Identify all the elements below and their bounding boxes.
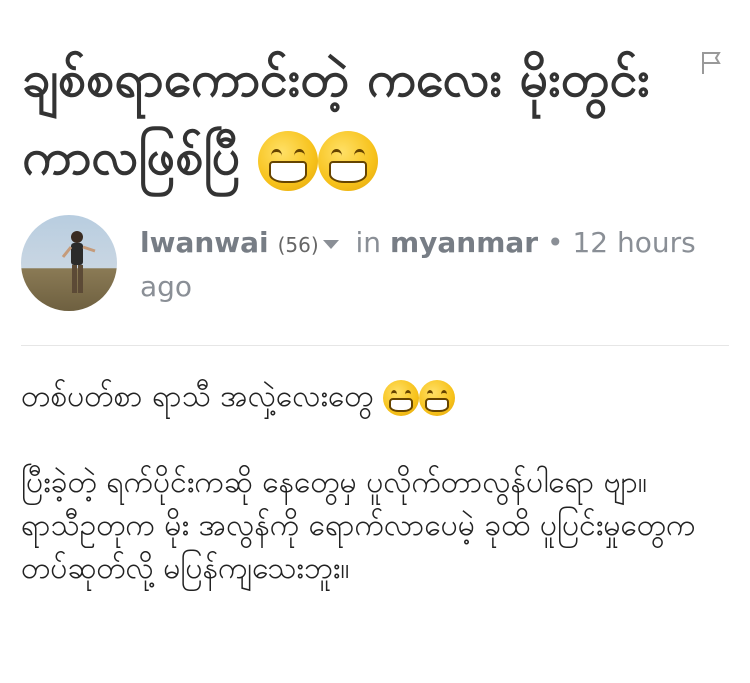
- community-link[interactable]: myanmar: [390, 226, 538, 259]
- chevron-down-icon[interactable]: [322, 239, 339, 249]
- in-label: in: [355, 226, 382, 259]
- body-line-3: ရာသီဥတုက မိုး အလွန်ကို ရောက်လာပေမဲ့ ခုထိ…: [21, 508, 696, 586]
- avatar[interactable]: [21, 215, 117, 311]
- grinning-face-icon: [257, 130, 318, 191]
- grinning-face-icon: [383, 379, 419, 416]
- body-line-1: တစ်ပတ်စာ ရာသီ အလှဲ့လေးတွေ: [21, 379, 374, 414]
- post-body: တစ်ပတ်စာ ရာသီ အလှဲ့လေးတွေ ပြီးခဲ့တဲ့ ရက်…: [21, 375, 741, 590]
- author-name[interactable]: lwanwai: [140, 226, 269, 259]
- body-line-2: ပြီးခဲ့တဲ့ ရက်ပိုင်းကဆို နေတွေမှ ပူလိုက်…: [21, 465, 647, 500]
- divider: [21, 345, 729, 346]
- grinning-face-icon: [419, 379, 455, 416]
- grinning-face-icon: [317, 130, 378, 191]
- post-meta: lwanwai (56) in myanmar • 12 hours ago: [140, 222, 700, 308]
- post-title: ချစ်စရာကောင်းတဲ့ ကလေး မိုးတွင်းကာလဖြစ်ပြ…: [22, 40, 662, 196]
- meta-separator: •: [547, 226, 564, 259]
- author-reputation: (56): [277, 233, 319, 257]
- flag-icon[interactable]: [700, 50, 722, 76]
- body-paragraph: တစ်ပတ်စာ ရာသီ အလှဲ့လေးတွေ: [21, 375, 741, 418]
